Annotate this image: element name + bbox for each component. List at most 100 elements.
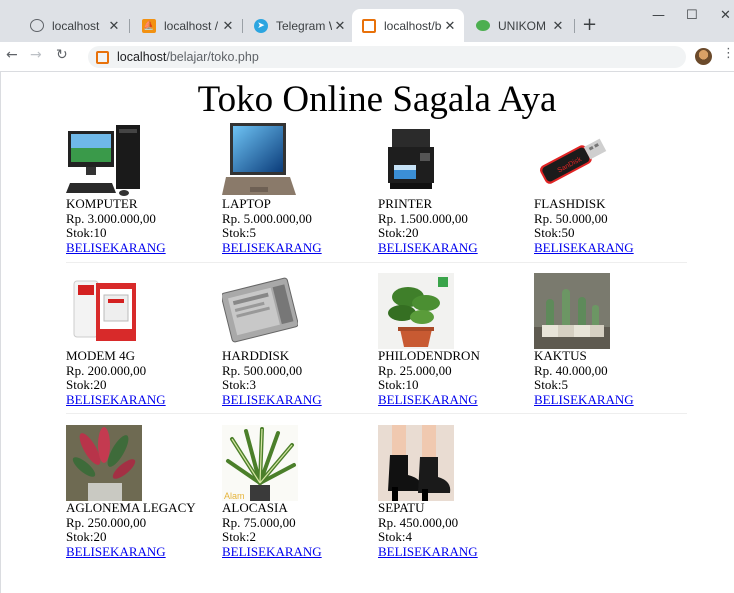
product-name: HARDDISK bbox=[222, 348, 290, 363]
product-price: Rp. 5.000.000,00 bbox=[222, 210, 312, 226]
product-card: PHILODENDRON Rp. 25.000,00 Stok:10 BELIS… bbox=[378, 273, 528, 407]
product-card: SanDisk FLASHDISK Rp. 50.000,00 Stok:50 … bbox=[534, 121, 684, 255]
globe-icon bbox=[30, 19, 44, 32]
tab-unikom[interactable]: UNIKOM Kuliah ✕ bbox=[466, 9, 572, 42]
product-price: Rp. 25.000,00 bbox=[378, 362, 452, 378]
page-border bbox=[0, 72, 1, 593]
philodendron-image bbox=[378, 273, 454, 349]
buy-now-link[interactable]: BELISEKARANG bbox=[222, 392, 322, 407]
computer-image bbox=[66, 121, 142, 197]
cactus-image bbox=[534, 273, 610, 349]
xampp-icon bbox=[96, 50, 109, 64]
back-icon[interactable]: ← bbox=[6, 47, 18, 63]
product-stock: Stok:20 bbox=[66, 377, 107, 392]
product-price: Rp. 50.000,00 bbox=[534, 210, 608, 226]
buy-now-link[interactable]: BELISEKARANG bbox=[222, 240, 322, 255]
phpmyadmin-icon: ⛵ bbox=[142, 18, 156, 33]
product-card: MODEM 4G Rp. 200.000,00 Stok:20 BELISEKA… bbox=[66, 273, 216, 407]
product-stock: Stok:10 bbox=[378, 377, 419, 392]
tab-separator bbox=[242, 19, 243, 33]
product-card: AGLONEMA LEGACY Rp. 250.000,00 Stok:20 B… bbox=[66, 425, 216, 559]
aglonema-image bbox=[66, 425, 142, 501]
product-card: SEPATU Rp. 450.000,00 Stok:4 BELISEKARAN… bbox=[378, 425, 528, 559]
flashdisk-image: SanDisk bbox=[534, 121, 610, 197]
product-card: Alam ALOCASIA Rp. 75.000,00 Stok:2 BELIS… bbox=[222, 425, 372, 559]
tab-localhost[interactable]: localhost ✕ bbox=[20, 9, 128, 42]
buy-now-link[interactable]: BELISEKARANG bbox=[66, 544, 166, 559]
product-price: Rp. 200.000,00 bbox=[66, 362, 147, 378]
product-name: LAPTOP bbox=[222, 196, 271, 211]
product-name: SEPATU bbox=[378, 500, 425, 515]
product-price: Rp. 250.000,00 bbox=[66, 514, 147, 530]
maximize-icon[interactable]: ☐ bbox=[686, 8, 698, 23]
product-card: KOMPUTER Rp. 3.000.000,00 Stok:10 BELISE… bbox=[66, 121, 216, 255]
close-icon[interactable]: ✕ bbox=[332, 18, 348, 34]
close-icon[interactable]: ✕ bbox=[106, 18, 122, 34]
laptop-image bbox=[222, 121, 298, 197]
product-stock: Stok:3 bbox=[222, 377, 256, 392]
buy-now-link[interactable]: BELISEKARANG bbox=[66, 240, 166, 255]
tab-separator bbox=[129, 19, 130, 33]
product-stock: Stok:50 bbox=[534, 225, 575, 240]
product-card: PRINTER Rp. 1.500.000,00 Stok:20 BELISEK… bbox=[378, 121, 528, 255]
product-name: MODEM 4G bbox=[66, 348, 135, 363]
buy-now-link[interactable]: BELISEKARANG bbox=[378, 240, 478, 255]
product-stock: Stok:5 bbox=[534, 377, 568, 392]
close-icon[interactable]: ✕ bbox=[220, 18, 236, 34]
url-host: localhost bbox=[117, 50, 167, 64]
close-icon[interactable]: ✕ bbox=[550, 18, 566, 34]
buy-now-link[interactable]: BELISEKARANG bbox=[378, 392, 478, 407]
buy-now-link[interactable]: BELISEKARANG bbox=[222, 544, 322, 559]
product-name: AGLONEMA LEGACY bbox=[66, 500, 196, 515]
product-price: Rp. 450.000,00 bbox=[378, 514, 459, 530]
product-stock: Stok:2 bbox=[222, 529, 256, 544]
product-name: KOMPUTER bbox=[66, 196, 138, 211]
product-name: PRINTER bbox=[378, 196, 433, 211]
menu-icon[interactable]: ⋮ bbox=[722, 46, 734, 61]
alocasia-image: Alam bbox=[222, 425, 298, 501]
profile-avatar[interactable] bbox=[695, 48, 712, 65]
modem-image bbox=[66, 273, 142, 349]
tab-telegram[interactable]: ➤ Telegram Web ✕ bbox=[244, 9, 354, 42]
reload-icon[interactable]: ↻ bbox=[56, 47, 68, 63]
tab-separator bbox=[574, 19, 575, 33]
url-path: /belajar/toko.php bbox=[166, 50, 259, 64]
row-divider bbox=[66, 262, 687, 263]
printer-image bbox=[378, 121, 454, 197]
product-stock: Stok:20 bbox=[378, 225, 419, 240]
product-stock: Stok:4 bbox=[378, 529, 412, 544]
row-divider bbox=[66, 413, 687, 414]
new-tab-icon[interactable]: + bbox=[582, 14, 597, 35]
tab-strip: localhost ✕ ⛵ localhost / 127. ✕ ➤ Teleg… bbox=[0, 0, 734, 42]
close-window-icon[interactable]: ✕ bbox=[720, 8, 731, 23]
product-stock: Stok:5 bbox=[222, 225, 256, 240]
product-name: PHILODENDRON bbox=[378, 348, 480, 363]
product-price: Rp. 40.000,00 bbox=[534, 362, 608, 378]
page-title: Toko Online Sagala Aya bbox=[197, 79, 557, 120]
product-name: FLASHDISK bbox=[534, 196, 606, 211]
forward-icon[interactable]: → bbox=[30, 47, 42, 63]
minimize-icon[interactable]: — bbox=[652, 8, 665, 23]
xampp-icon bbox=[362, 18, 376, 33]
product-name: KAKTUS bbox=[534, 348, 587, 363]
product-stock: Stok:10 bbox=[66, 225, 107, 240]
product-card: KAKTUS Rp. 40.000,00 Stok:5 BELISEKARANG bbox=[534, 273, 684, 407]
telegram-icon: ➤ bbox=[254, 18, 268, 33]
buy-now-link[interactable]: BELISEKARANG bbox=[66, 392, 166, 407]
tab-toko-active[interactable]: localhost/belaja ✕ bbox=[352, 9, 464, 42]
close-icon[interactable]: ✕ bbox=[442, 18, 458, 34]
product-price: Rp. 500.000,00 bbox=[222, 362, 303, 378]
buy-now-link[interactable]: BELISEKARANG bbox=[534, 240, 634, 255]
product-price: Rp. 75.000,00 bbox=[222, 514, 296, 530]
product-name: ALOCASIA bbox=[222, 500, 288, 515]
tab-phpmyadmin[interactable]: ⛵ localhost / 127. ✕ bbox=[132, 9, 242, 42]
buy-now-link[interactable]: BELISEKARANG bbox=[378, 544, 478, 559]
harddisk-image bbox=[222, 273, 298, 349]
product-price: Rp. 1.500.000,00 bbox=[378, 210, 468, 226]
unikom-icon bbox=[476, 20, 490, 31]
product-card: LAPTOP Rp. 5.000.000,00 Stok:5 BELISEKAR… bbox=[222, 121, 372, 255]
product-card: HARDDISK Rp. 500.000,00 Stok:3 BELISEKAR… bbox=[222, 273, 372, 407]
buy-now-link[interactable]: BELISEKARANG bbox=[534, 392, 634, 407]
svg-text:Alam: Alam bbox=[224, 491, 245, 501]
address-bar[interactable]: localhost/belajar/toko.php bbox=[88, 46, 686, 68]
